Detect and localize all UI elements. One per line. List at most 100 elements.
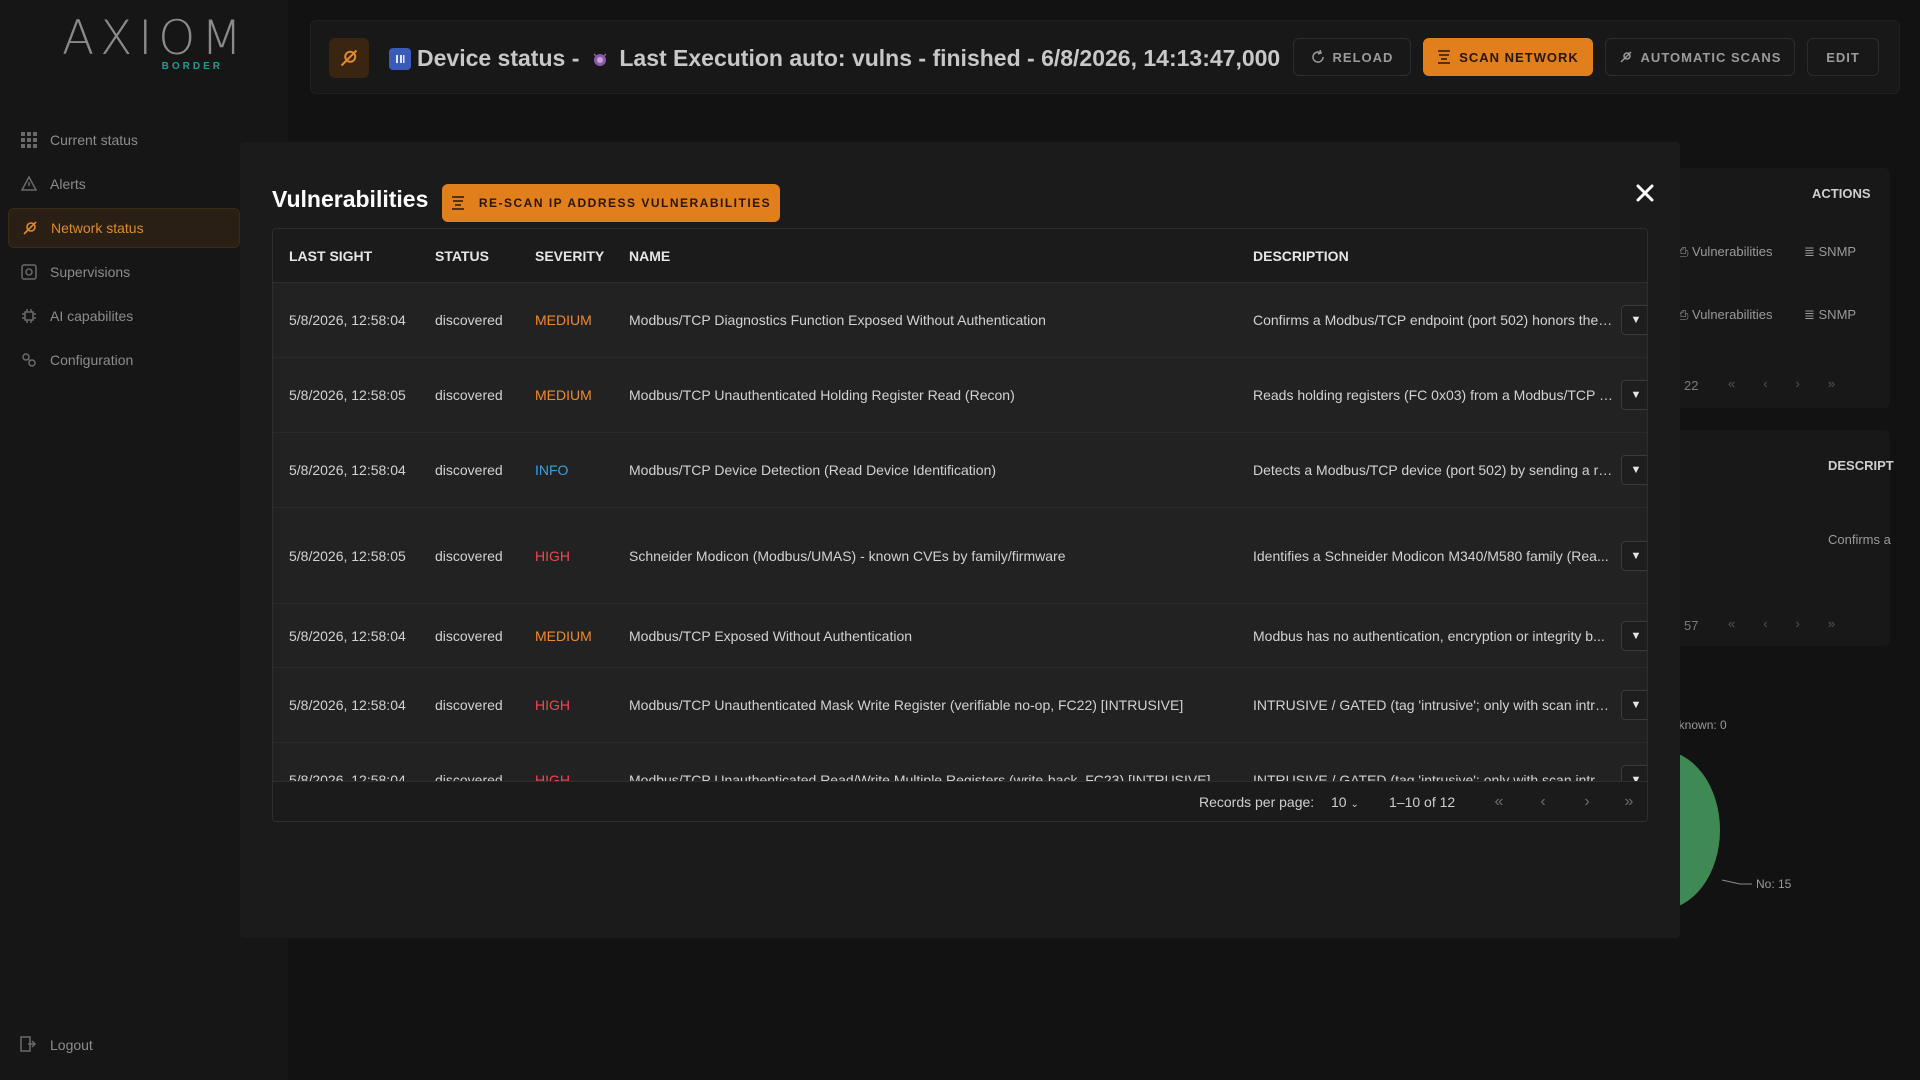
- edit-button[interactable]: EDIT: [1807, 38, 1879, 76]
- last-page-button[interactable]: »: [1619, 792, 1639, 812]
- table-row[interactable]: 5/8/2026, 12:58:04 discovered MEDIUM Mod…: [273, 283, 1647, 358]
- page-indicator: 57: [1684, 618, 1699, 633]
- column-header-name[interactable]: NAME: [629, 248, 1219, 264]
- title-suffix: Last Execution auto: vulns - finished - …: [619, 45, 1281, 71]
- reload-button[interactable]: RELOAD: [1293, 38, 1411, 76]
- column-header-status[interactable]: STATUS: [435, 248, 525, 264]
- vulnerabilities-link[interactable]: ⎙ Vulnerabilities: [1678, 244, 1772, 260]
- next-page-button[interactable]: ›: [1577, 792, 1597, 812]
- edit-label: EDIT: [1826, 49, 1860, 65]
- pagination-arrows[interactable]: «‹›»: [1728, 376, 1863, 391]
- cell-status: discovered: [435, 387, 503, 403]
- pie-leader-line: [1721, 879, 1752, 885]
- cell-status: discovered: [435, 547, 503, 564]
- sidebar-nav: Current status Alerts Network status Sup…: [8, 120, 240, 384]
- double-chevron-right-icon: »: [1624, 793, 1634, 810]
- column-header-last-sight[interactable]: LAST SIGHT: [289, 248, 429, 264]
- network-status-badge: [329, 38, 369, 78]
- page-title: Device status - Last Execution auto: vul…: [389, 45, 1280, 72]
- table-row[interactable]: 5/8/2026, 12:58:04 discovered HIGH Modbu…: [273, 668, 1647, 743]
- records-per-page-select[interactable]: 10 ⌄: [1331, 794, 1359, 810]
- table-row[interactable]: 5/8/2026, 12:58:04 discovered HIGH Modbu…: [273, 743, 1647, 783]
- expand-row-button[interactable]: ▼: [1621, 305, 1647, 335]
- cell-last-sight: 5/8/2026, 12:58:04: [289, 627, 406, 644]
- warning-icon: [20, 175, 38, 193]
- logout-icon: [20, 1036, 38, 1054]
- table-body: 5/8/2026, 12:58:04 discovered MEDIUM Mod…: [273, 283, 1647, 783]
- table-row[interactable]: 5/8/2026, 12:58:05 discovered HIGH Schne…: [273, 508, 1647, 604]
- background-description-panel: DESCRIPT Confirms a 57 «‹›»: [1660, 430, 1894, 646]
- logout-label: Logout: [50, 1037, 93, 1053]
- expand-row-button[interactable]: ▼: [1621, 380, 1647, 410]
- vulnerabilities-link[interactable]: ⎙ Vulnerabilities: [1678, 307, 1772, 323]
- expand-row-button[interactable]: ▼: [1621, 690, 1647, 720]
- scan-icon: [1437, 50, 1451, 64]
- cell-description: Detects a Modbus/TCP device (port 502) b…: [1253, 462, 1613, 478]
- supervision-icon: [20, 263, 38, 281]
- sidebar-item-alerts[interactable]: Alerts: [8, 164, 240, 204]
- expand-row-button[interactable]: ▼: [1621, 540, 1647, 571]
- column-header-severity[interactable]: SEVERITY: [535, 248, 625, 264]
- table-header: LAST SIGHT STATUS SEVERITY NAME DESCRIPT…: [273, 229, 1647, 283]
- cell-severity: MEDIUM: [535, 627, 592, 644]
- modal-title: Vulnerabilities: [272, 186, 429, 212]
- expand-row-button[interactable]: ▼: [1621, 620, 1647, 651]
- cell-status: discovered: [435, 312, 503, 328]
- cell-last-sight: 5/8/2026, 12:58:05: [289, 387, 406, 403]
- scan-icon: [451, 196, 465, 210]
- cell-last-sight: 5/8/2026, 12:58:05: [289, 547, 406, 564]
- sidebar-item-label: Configuration: [50, 352, 134, 368]
- description-cell: Confirms a: [1828, 532, 1891, 547]
- expand-row-button[interactable]: ▼: [1621, 455, 1647, 485]
- device-icon: [389, 47, 411, 70]
- first-page-button[interactable]: «: [1489, 792, 1509, 812]
- cell-severity: HIGH: [535, 697, 570, 713]
- chevron-down-icon: ▼: [1630, 389, 1642, 401]
- snmp-link[interactable]: ≣ SNMP: [1804, 244, 1856, 260]
- cell-last-sight: 5/8/2026, 12:58:04: [289, 697, 406, 713]
- pagination-arrows[interactable]: «‹›»: [1728, 616, 1863, 631]
- sidebar-item-current-status[interactable]: Current status: [8, 120, 240, 160]
- pie-label-no: No: 15: [1756, 877, 1792, 891]
- cell-status: discovered: [435, 462, 503, 478]
- sidebar-item-label: Current status: [50, 132, 138, 148]
- chevron-down-icon: ▼: [1630, 314, 1642, 326]
- sidebar-item-label: Supervisions: [50, 264, 131, 280]
- automatic-scans-button[interactable]: AUTOMATIC SCANS: [1605, 38, 1795, 76]
- scan-network-button[interactable]: SCAN NETWORK: [1423, 38, 1593, 76]
- close-button[interactable]: [1628, 176, 1662, 210]
- rescan-vulnerabilities-button[interactable]: RE-SCAN IP ADDRESS VULNERABILITIES: [442, 184, 780, 222]
- cell-name: Modbus/TCP Unauthenticated Holding Regis…: [629, 387, 1015, 403]
- cell-name: Modbus/TCP Unauthenticated Mask Write Re…: [629, 697, 1184, 713]
- table-row[interactable]: 5/8/2026, 12:58:05 discovered MEDIUM Mod…: [273, 358, 1647, 433]
- close-icon: [1636, 184, 1654, 202]
- rescan-label: RE-SCAN IP ADDRESS VULNERABILITIES: [478, 196, 772, 210]
- previous-page-button[interactable]: ‹: [1533, 792, 1553, 812]
- actions-header: ACTIONS: [1812, 186, 1871, 201]
- cell-description: Identifies a Schneider Modicon M340/M580…: [1253, 547, 1609, 564]
- sidebar-item-configuration[interactable]: Configuration: [8, 340, 240, 380]
- sidebar-item-label: Alerts: [50, 176, 86, 192]
- sidebar-item-network-status[interactable]: Network status: [8, 208, 240, 248]
- cell-severity: MEDIUM: [535, 387, 592, 403]
- description-header: DESCRIPT: [1828, 458, 1894, 473]
- cell-name: Modbus/TCP Diagnostics Function Exposed …: [629, 312, 1046, 328]
- grid-icon: [20, 131, 38, 149]
- cell-name: Modbus/TCP Exposed Without Authenticatio…: [629, 627, 913, 644]
- reload-icon: [1311, 50, 1325, 64]
- table-row[interactable]: 5/8/2026, 12:58:04 discovered MEDIUM Mod…: [273, 604, 1647, 668]
- snmp-link[interactable]: ≣ SNMP: [1804, 307, 1856, 323]
- logo-text: AXIOM: [62, 11, 248, 66]
- logout-button[interactable]: Logout: [20, 1036, 93, 1054]
- table-row[interactable]: 5/8/2026, 12:58:04 discovered INFO Modbu…: [273, 433, 1647, 508]
- cell-severity: INFO: [535, 462, 569, 478]
- title-prefix: Device status -: [417, 45, 580, 71]
- double-chevron-left-icon: «: [1494, 793, 1504, 810]
- vulnerabilities-modal: Vulnerabilities RE-SCAN IP ADDRESS VULNE…: [240, 142, 1680, 938]
- sidebar-item-ai-capabilities[interactable]: AI capabilites: [8, 296, 240, 336]
- table-pagination: Records per page: 10 ⌄ 1–10 of 12 « ‹ › …: [273, 781, 1647, 821]
- sidebar-item-supervisions[interactable]: Supervisions: [8, 252, 240, 292]
- column-header-description[interactable]: DESCRIPTION: [1253, 248, 1613, 264]
- scan-network-label: SCAN NETWORK: [1459, 49, 1579, 65]
- chevron-down-icon: ▼: [1630, 699, 1642, 711]
